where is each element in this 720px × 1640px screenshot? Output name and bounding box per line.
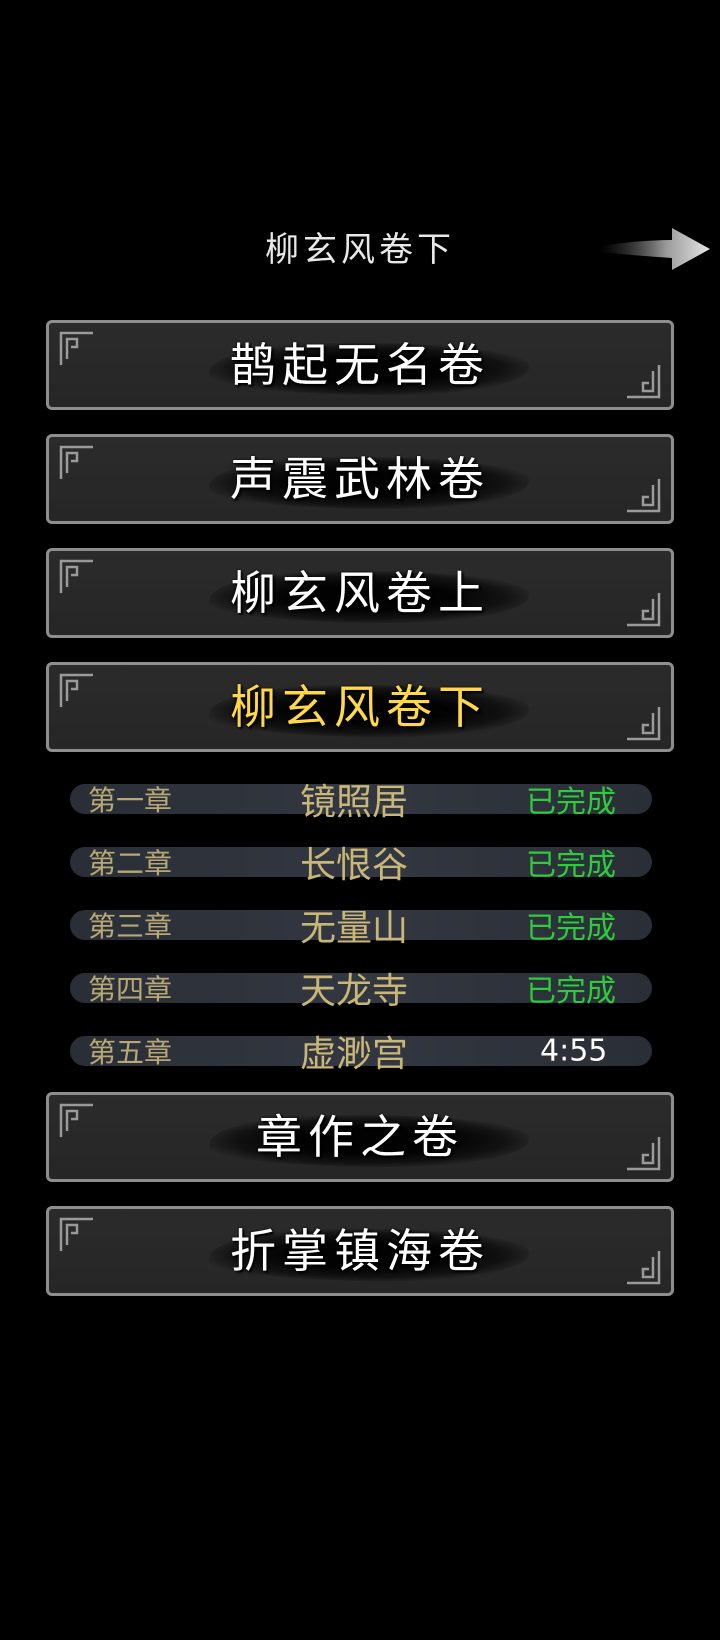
- volume-title: 折掌镇海卷: [230, 1224, 490, 1278]
- volume-button-4-active[interactable]: 柳玄风卷下: [46, 662, 674, 752]
- chapter-status: 已完成: [526, 974, 616, 1009]
- chapter-row-3[interactable]: 第三章 无量山 已完成: [70, 908, 652, 949]
- chapter-name: 无量山: [300, 908, 409, 949]
- chapter-name: 虚渺宫: [300, 1034, 409, 1075]
- chapter-number: 第五章: [88, 1036, 173, 1069]
- chapter-name: 长恨谷: [300, 845, 409, 886]
- volume-button-1[interactable]: 鹊起无名卷: [46, 320, 674, 410]
- chapter-row-4[interactable]: 第四章 天龙寺 已完成: [70, 971, 652, 1012]
- volume-title: 柳玄风卷上: [230, 566, 490, 620]
- volume-title: 鹊起无名卷: [230, 338, 490, 392]
- volume-button-5[interactable]: 章作之卷: [46, 1092, 674, 1182]
- chapter-number: 第三章: [88, 910, 173, 943]
- volume-button-2[interactable]: 声震武林卷: [46, 434, 674, 524]
- chapter-status: 已完成: [526, 911, 616, 946]
- chapter-name: 天龙寺: [300, 971, 409, 1012]
- chapter-status: 已完成: [526, 848, 616, 883]
- volume-button-3[interactable]: 柳玄风卷上: [46, 548, 674, 638]
- volume-title: 章作之卷: [256, 1110, 464, 1164]
- chapter-status: 已完成: [526, 785, 616, 820]
- volume-title: 柳玄风卷下: [230, 680, 490, 734]
- chapter-timer: 4:55: [540, 1033, 608, 1069]
- chapter-name: 镜照居: [300, 782, 409, 823]
- right-arrow-icon[interactable]: [600, 226, 712, 272]
- chapter-number: 第四章: [88, 973, 173, 1006]
- chapter-number: 第一章: [88, 784, 173, 817]
- chapter-row-2[interactable]: 第二章 长恨谷 已完成: [70, 845, 652, 886]
- chapter-row-5[interactable]: 第五章 虚渺宫 4:55: [70, 1033, 652, 1075]
- volume-title: 声震武林卷: [230, 452, 490, 506]
- chapter-number: 第二章: [88, 847, 173, 880]
- volume-button-6[interactable]: 折掌镇海卷: [46, 1206, 674, 1296]
- chapter-row-1[interactable]: 第一章 镜照居 已完成: [70, 782, 652, 823]
